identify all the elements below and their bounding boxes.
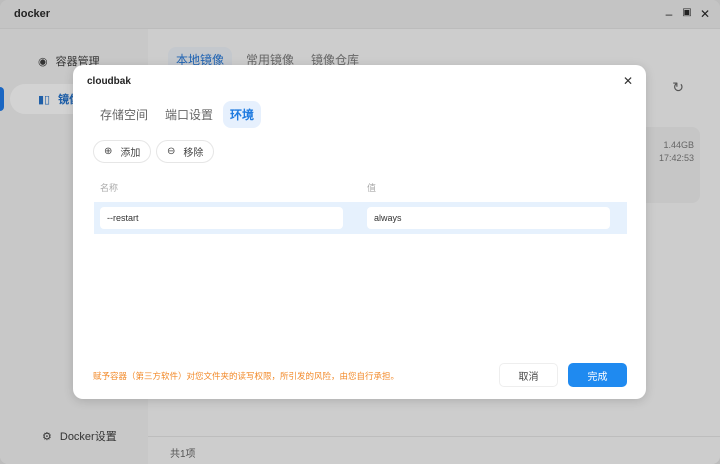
add-label: 添加 <box>120 148 141 159</box>
sidebar-item-docker-settings[interactable]: ⚙ Docker设置 <box>14 421 164 451</box>
close-window-button[interactable]: ✕ <box>698 7 712 21</box>
minus-circle-icon: ⊖ <box>167 146 176 157</box>
tab-storage[interactable]: 存储空间 <box>93 101 155 128</box>
maximize-button[interactable]: ▣ <box>680 7 694 18</box>
env-value-input[interactable] <box>367 207 610 229</box>
cancel-button[interactable]: 取消 <box>499 363 558 387</box>
container-settings-dialog: cloudbak ✕ 存储空间 端口设置 环境 ⊕ 添加 ⊖ 移除 名称 值 赋予容… <box>73 65 646 399</box>
image-icon: ▮▯ <box>38 93 51 106</box>
window-title: docker <box>14 8 51 20</box>
item-count: 共1项 <box>148 436 720 464</box>
dialog-title: cloudbak <box>87 76 131 87</box>
column-header-value: 值 <box>367 183 377 193</box>
close-icon[interactable]: ✕ <box>623 74 633 88</box>
settings-icon: ⚙ <box>42 430 52 443</box>
add-button[interactable]: ⊕ 添加 <box>93 140 152 163</box>
refresh-icon[interactable]: ↻ <box>672 79 684 96</box>
minimize-button[interactable]: – <box>662 7 676 21</box>
tab-ports[interactable]: 端口设置 <box>158 101 220 128</box>
plus-circle-icon: ⊕ <box>104 146 113 157</box>
remove-label: 移除 <box>183 148 204 159</box>
tab-environment[interactable]: 环境 <box>223 101 262 128</box>
container-icon: ◉ <box>38 55 48 68</box>
table-row[interactable] <box>94 202 627 234</box>
risk-warning: 赋予容器（第三方软件）对您文件夹的读写权限，所引发的风险，由您自行承担。 <box>93 371 400 381</box>
remove-button[interactable]: ⊖ 移除 <box>156 140 215 163</box>
title-bar: docker – ▣ ✕ <box>0 0 720 29</box>
column-header-name: 名称 <box>100 183 119 193</box>
env-name-input[interactable] <box>100 207 343 229</box>
sidebar-item-label: Docker设置 <box>59 431 117 443</box>
active-marker <box>0 87 4 111</box>
done-button[interactable]: 完成 <box>568 363 627 387</box>
